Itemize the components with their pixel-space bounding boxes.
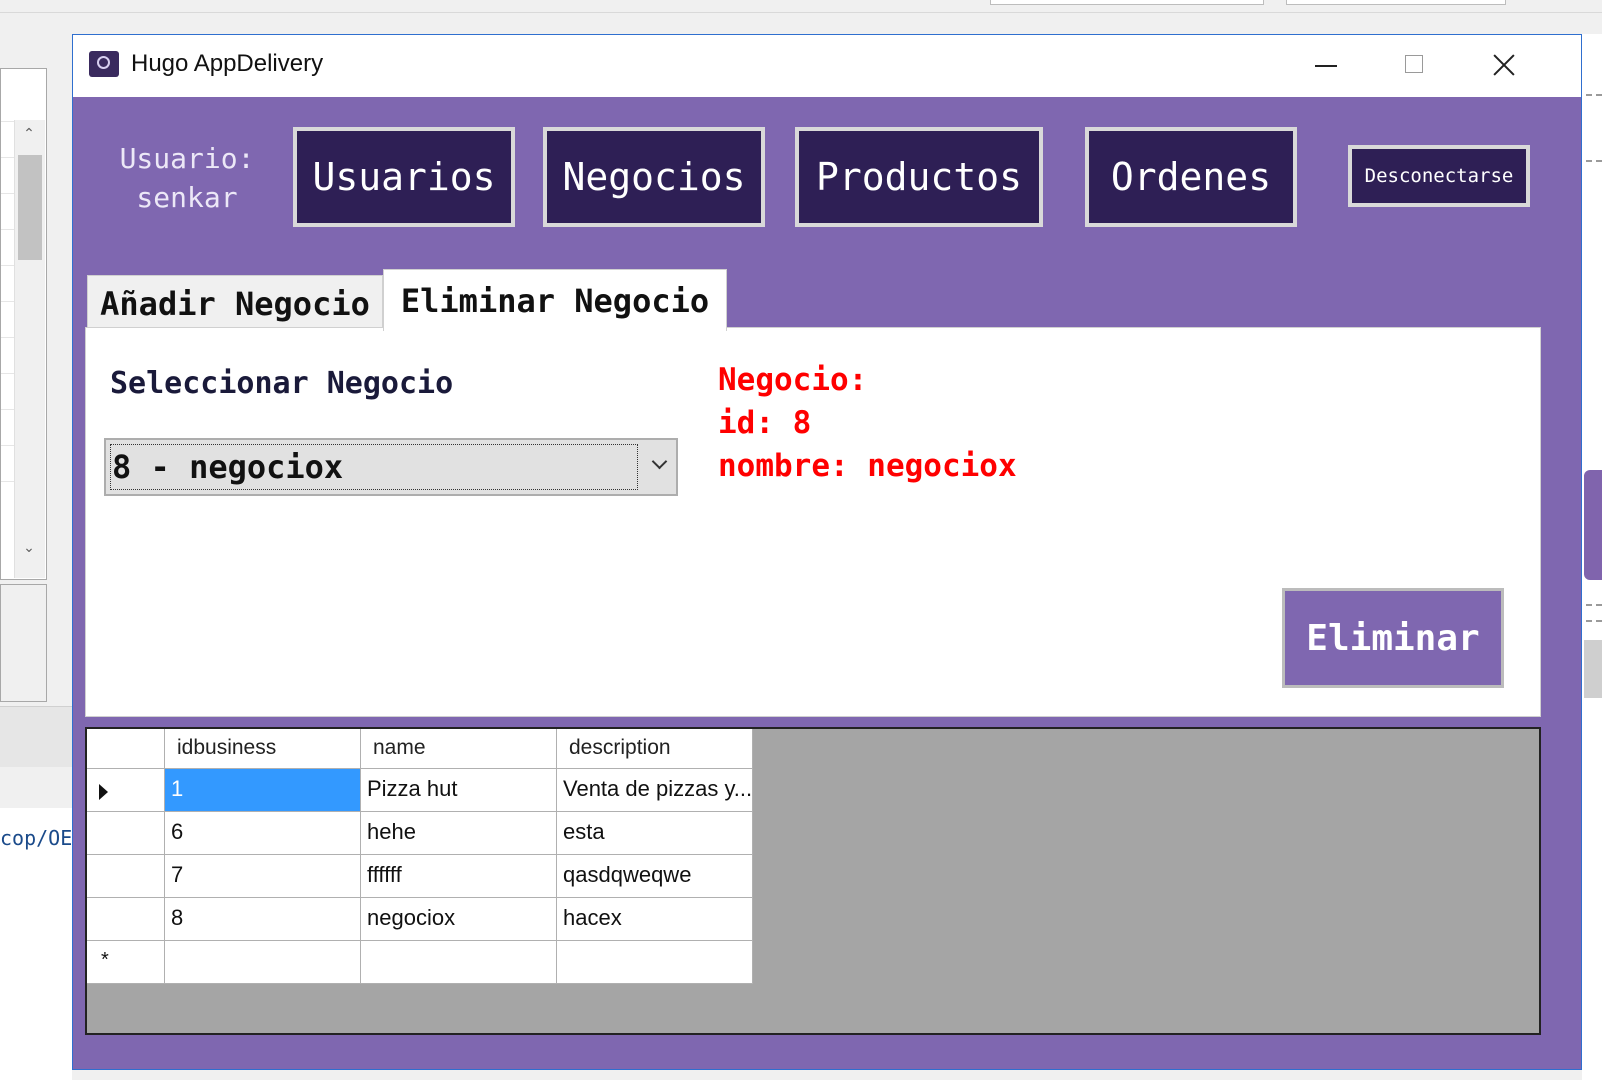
negocio-select[interactable]: 8 - negociox xyxy=(104,438,678,496)
table-cell[interactable]: negociox xyxy=(361,898,557,941)
background-field xyxy=(1286,0,1506,5)
table-cell[interactable] xyxy=(361,941,557,984)
table-cell[interactable]: hacex xyxy=(557,898,753,941)
background-divider xyxy=(1586,604,1602,606)
table-cell[interactable]: 6 xyxy=(165,812,361,855)
row-header[interactable] xyxy=(87,898,165,941)
nav-productos-button[interactable]: Productos xyxy=(795,127,1043,227)
maximize-icon[interactable] xyxy=(1385,45,1445,85)
background-panel xyxy=(0,584,47,702)
nav-usuarios-button[interactable]: Usuarios xyxy=(293,127,515,227)
eliminar-button[interactable]: Eliminar xyxy=(1282,588,1504,688)
user-label: Usuario: senkar xyxy=(99,139,275,217)
tab-eliminar-negocio[interactable]: Eliminar Negocio xyxy=(383,269,727,331)
background-divider xyxy=(1586,160,1602,162)
info-name: nombre: negociox xyxy=(718,448,1017,484)
chevron-down-icon[interactable]: ⌄ xyxy=(18,538,40,558)
user-prefix: Usuario: xyxy=(119,142,255,175)
scrollbar-thumb[interactable] xyxy=(18,155,42,260)
table-cell[interactable]: 7 xyxy=(165,855,361,898)
app-icon xyxy=(89,51,119,77)
column-header-description[interactable]: description xyxy=(557,729,753,769)
background-divider xyxy=(1586,94,1602,96)
background-field xyxy=(990,0,1264,5)
table-cell[interactable]: qasdqweqwe xyxy=(557,855,753,898)
row-header[interactable] xyxy=(87,855,165,898)
minimize-icon[interactable] xyxy=(1297,45,1357,85)
background-block xyxy=(1584,640,1602,698)
table-cell[interactable]: ffffff xyxy=(361,855,557,898)
table-cell[interactable] xyxy=(165,941,361,984)
select-value: 8 - negociox xyxy=(112,448,344,486)
window-title: Hugo AppDelivery xyxy=(131,50,324,77)
current-row-icon xyxy=(99,784,108,800)
chevron-up-icon[interactable]: ⌃ xyxy=(18,124,40,144)
background-button xyxy=(1584,470,1602,580)
close-icon[interactable] xyxy=(1473,45,1533,85)
background-divider xyxy=(1586,620,1602,622)
row-header[interactable]: * xyxy=(87,941,165,984)
background-band xyxy=(0,706,72,767)
table-cell[interactable]: esta xyxy=(557,812,753,855)
info-title: Negocio: xyxy=(718,362,868,398)
nav-ordenes-button[interactable]: Ordenes xyxy=(1085,127,1297,227)
table-cell[interactable]: hehe xyxy=(361,812,557,855)
table-cell[interactable]: Venta de pizzas y... xyxy=(557,769,753,812)
logout-button[interactable]: Desconectarse xyxy=(1348,145,1530,207)
info-id: id: 8 xyxy=(718,405,812,441)
row-header[interactable] xyxy=(87,769,165,812)
new-row-icon: * xyxy=(101,949,109,971)
table-cell[interactable]: 1 xyxy=(165,769,361,812)
table-cell[interactable] xyxy=(557,941,753,984)
column-header-idbusiness[interactable]: idbusiness xyxy=(165,729,361,769)
app-window: Hugo AppDelivery Usuario: senkar Usuario… xyxy=(72,34,1582,1070)
nav-negocios-button[interactable]: Negocios xyxy=(543,127,765,227)
tab-panel: Seleccionar Negocio 8 - negociox Negocio… xyxy=(85,327,1541,717)
grid-corner[interactable] xyxy=(87,729,165,769)
table-cell[interactable]: 8 xyxy=(165,898,361,941)
table-cell[interactable]: Pizza hut xyxy=(361,769,557,812)
username: senkar xyxy=(136,181,238,214)
business-grid[interactable]: idbusiness name description 1 Pizza hut … xyxy=(85,727,1541,1035)
background-code-text: cop/OE xyxy=(0,826,73,850)
title-bar[interactable]: Hugo AppDelivery xyxy=(73,35,1581,97)
chevron-down-icon[interactable] xyxy=(652,456,666,470)
column-header-name[interactable]: name xyxy=(361,729,557,769)
row-header[interactable] xyxy=(87,812,165,855)
select-label: Seleccionar Negocio xyxy=(110,366,454,401)
tab-anadir-negocio[interactable]: Añadir Negocio xyxy=(87,275,383,331)
